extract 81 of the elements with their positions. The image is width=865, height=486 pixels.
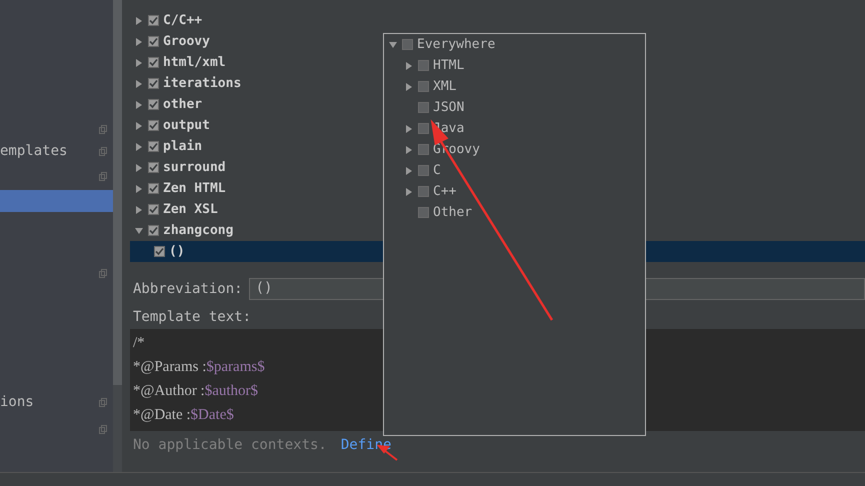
expand-icon[interactable]: [405, 124, 413, 132]
template-group-label[interactable]: iterations: [163, 76, 242, 91]
sidebar-item-label: emplates: [0, 143, 68, 159]
code-line: /*: [133, 334, 146, 353]
expand-icon[interactable]: [405, 188, 413, 196]
checkbox[interactable]: [148, 78, 159, 89]
template-group-label[interactable]: other: [163, 97, 202, 112]
checkbox[interactable]: [402, 39, 413, 50]
checkbox[interactable]: [148, 162, 159, 173]
contexts-message: No applicable contexts.: [133, 437, 327, 453]
checkbox[interactable]: [148, 183, 159, 194]
expand-icon[interactable]: [405, 166, 413, 174]
scrollbar-thumb[interactable]: [113, 0, 122, 385]
expand-icon[interactable]: [135, 80, 143, 88]
checkbox[interactable]: [154, 246, 165, 257]
checkmark-icon: [149, 121, 158, 130]
checkbox[interactable]: [418, 81, 429, 92]
template-text-label: Template text:: [133, 309, 252, 325]
collapse-icon[interactable]: [135, 226, 143, 234]
context-label[interactable]: C: [433, 163, 441, 178]
context-label[interactable]: JSON: [433, 100, 464, 115]
checkmark-icon: [149, 58, 158, 67]
checkbox[interactable]: [418, 165, 429, 176]
expand-icon[interactable]: [135, 206, 143, 214]
checkbox[interactable]: [418, 102, 429, 113]
checkbox[interactable]: [148, 204, 159, 215]
checkbox[interactable]: [418, 144, 429, 155]
scrollbar[interactable]: [113, 0, 122, 472]
template-group-label[interactable]: Zen HTML: [163, 181, 226, 196]
checkmark-icon: [149, 79, 158, 88]
checkbox[interactable]: [148, 36, 159, 47]
checkmark-icon: [149, 100, 158, 109]
abbreviation-label: Abbreviation:: [133, 281, 243, 297]
expand-icon[interactable]: [405, 62, 413, 70]
template-group-label[interactable]: zhangcong: [163, 223, 234, 238]
context-label[interactable]: Other: [433, 205, 472, 220]
checkbox[interactable]: [418, 60, 429, 71]
expand-icon[interactable]: [135, 100, 143, 108]
template-group-label[interactable]: output: [163, 118, 210, 133]
code-line: *@Date :$Date$: [133, 406, 235, 425]
sidebar-item-label: ions: [0, 394, 34, 410]
expand-icon[interactable]: [135, 184, 143, 192]
expand-icon[interactable]: [405, 82, 413, 90]
template-label: (): [169, 244, 185, 259]
checkbox[interactable]: [148, 99, 159, 110]
code-line: *@Params :$params$: [133, 358, 266, 377]
checkmark-icon: [149, 163, 158, 172]
template-group-label[interactable]: plain: [163, 139, 202, 154]
expand-icon[interactable]: [135, 16, 143, 24]
checkbox[interactable]: [148, 141, 159, 152]
expand-icon[interactable]: [135, 122, 143, 130]
template-group-label[interactable]: html/xml: [163, 55, 226, 70]
context-label[interactable]: XML: [433, 79, 456, 94]
checkbox[interactable]: [418, 186, 429, 197]
expand-icon[interactable]: [135, 38, 143, 46]
checkbox[interactable]: [418, 207, 429, 218]
checkbox[interactable]: [148, 120, 159, 131]
checkmark-icon: [149, 142, 158, 151]
checkmark-icon: [149, 205, 158, 214]
checkbox[interactable]: [148, 57, 159, 68]
template-group-label[interactable]: Zen XSL: [163, 202, 218, 217]
code-line: *@Author :$author$: [133, 382, 260, 401]
checkmark-icon: [149, 16, 158, 25]
expand-icon[interactable]: [405, 146, 413, 154]
checkmark-icon: [155, 247, 164, 256]
template-group-label[interactable]: Groovy: [163, 34, 210, 49]
expand-icon[interactable]: [135, 142, 143, 150]
template-group-label[interactable]: C/C++: [163, 13, 202, 28]
checkbox[interactable]: [148, 225, 159, 236]
template-group-label[interactable]: surround: [163, 160, 226, 175]
context-label[interactable]: Everywhere: [417, 37, 496, 52]
collapse-icon[interactable]: [389, 40, 397, 48]
checkbox[interactable]: [148, 15, 159, 26]
checkmark-icon: [149, 226, 158, 235]
context-label[interactable]: HTML: [433, 58, 464, 73]
expand-icon[interactable]: [135, 164, 143, 172]
context-label[interactable]: C++: [433, 184, 456, 199]
checkmark-icon: [149, 184, 158, 193]
expand-icon[interactable]: [135, 58, 143, 66]
checkmark-icon: [149, 37, 158, 46]
checkbox[interactable]: [418, 123, 429, 134]
